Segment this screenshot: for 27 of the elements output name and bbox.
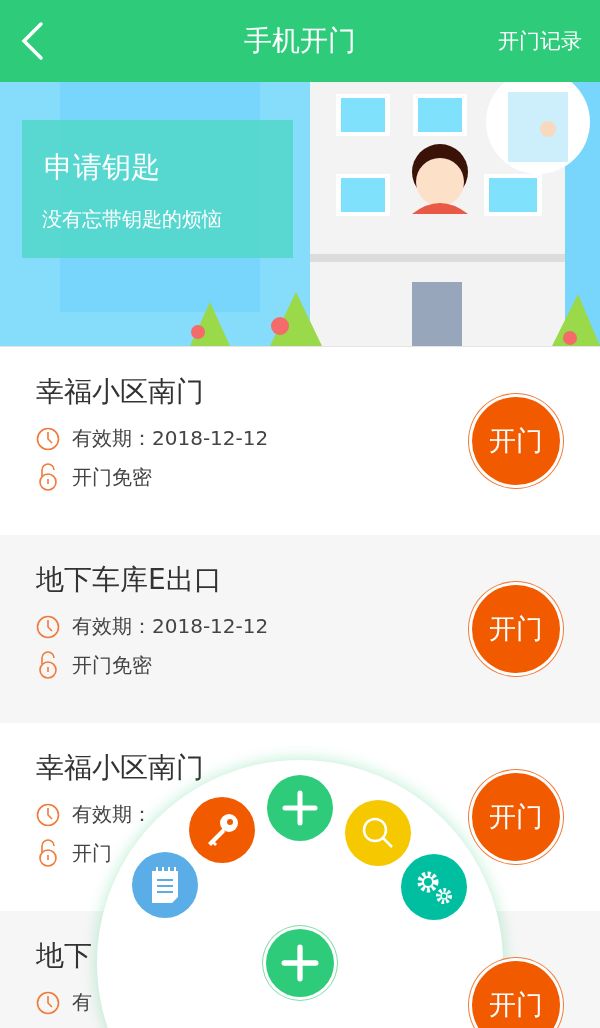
validity-text: 有	[72, 989, 92, 1016]
unlock-icon	[36, 838, 60, 868]
unlock-icon	[36, 462, 60, 492]
clock-icon	[36, 426, 60, 451]
access-text: 开门	[72, 839, 112, 867]
access-text: 开门免密	[72, 463, 152, 491]
validity-text: 有效期：2018-12-12	[72, 613, 269, 640]
promo-title: 申请钥匙	[44, 149, 160, 186]
menu-toggle-button[interactable]	[266, 929, 334, 997]
records-link[interactable]: 开门记录	[498, 27, 582, 55]
back-icon[interactable]	[20, 21, 44, 61]
validity-text: 有效期：2018-12-12	[72, 425, 269, 452]
clock-icon	[36, 990, 60, 1015]
door-name: 幸福小区南门	[36, 750, 204, 786]
validity-text: 有效期：	[72, 801, 152, 828]
clock-icon	[36, 802, 60, 827]
clock-icon	[36, 614, 60, 639]
door-name: 地下	[36, 938, 92, 974]
promo-card[interactable]: 申请钥匙 没有忘带钥匙的烦恼	[22, 120, 293, 258]
door-name: 地下车库E出口	[36, 562, 222, 598]
promo-subtitle: 没有忘带钥匙的烦恼	[42, 206, 222, 233]
plus-icon	[282, 790, 318, 826]
page-title: 手机开门	[244, 23, 356, 59]
unlock-icon	[36, 650, 60, 680]
plus-icon	[281, 944, 319, 982]
door-name: 幸福小区南门	[36, 374, 204, 410]
access-text: 开门免密	[72, 651, 152, 679]
